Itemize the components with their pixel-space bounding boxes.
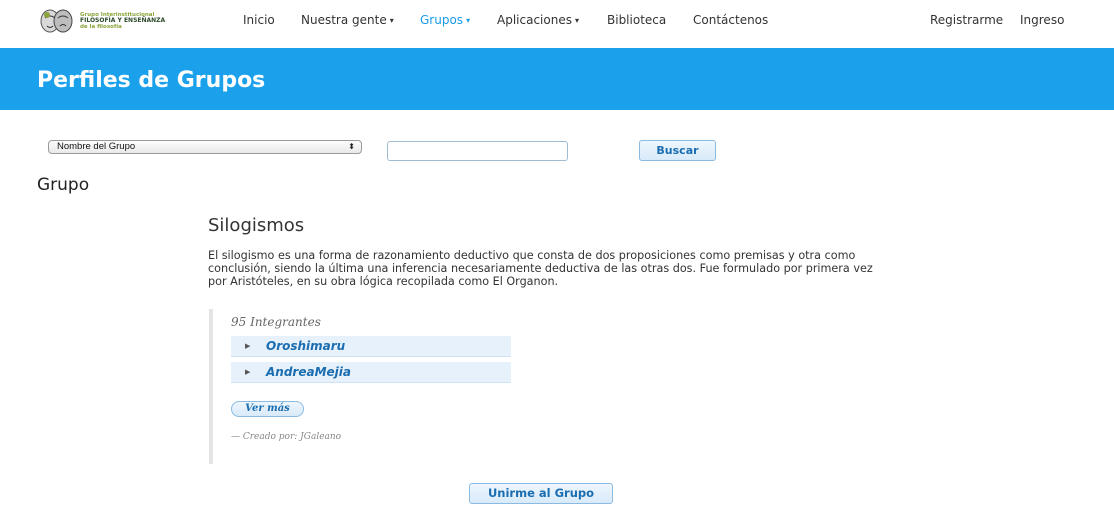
caret-down-icon: ▾: [389, 16, 394, 25]
top-navbar: Grupo Interinstitucional FILOSOFÍA Y ENS…: [0, 0, 1114, 48]
page-title: Perfiles de Grupos: [37, 68, 266, 93]
logo-faces-icon: [40, 9, 73, 33]
login-link[interactable]: Ingreso: [1020, 13, 1064, 27]
select-arrows-icon: ⬍: [348, 142, 355, 151]
members-count: 95 Integrantes: [231, 315, 321, 329]
filter-select-value: Nombre del Grupo: [57, 141, 136, 152]
nav-contactenos[interactable]: Contáctenos: [693, 13, 768, 27]
triangle-right-icon: ▶: [245, 343, 251, 350]
nav-nuestra-gente[interactable]: Nuestra gente ▾: [301, 13, 394, 27]
nav-biblioteca-label: Biblioteca: [607, 13, 667, 27]
filter-select[interactable]: Nombre del Grupo ⬍: [48, 140, 362, 154]
nav-grupos-label: Grupos: [420, 13, 464, 27]
nav-inicio[interactable]: Inicio: [243, 13, 275, 27]
caret-down-icon: ▾: [466, 16, 471, 25]
nav-biblioteca[interactable]: Biblioteca: [607, 13, 666, 27]
member-name[interactable]: Oroshimaru: [266, 339, 345, 353]
logo-line-3: de la filosofía: [80, 24, 122, 30]
nav-contactenos-label: Contáctenos: [693, 13, 769, 27]
logo-text: Grupo Interinstitucional FILOSOFÍA Y ENS…: [80, 12, 165, 30]
group-description: El silogismo es una forma de razonamient…: [208, 249, 873, 288]
register-link[interactable]: Registrarme: [930, 13, 1003, 27]
member-name[interactable]: AndreaMejia: [266, 365, 351, 379]
nav-aplicaciones-label: Aplicaciones: [497, 13, 572, 27]
caret-down-icon: ▾: [574, 16, 579, 25]
group-title: Silogismos: [208, 215, 305, 236]
nav-inicio-label: Inicio: [243, 13, 275, 27]
search-input[interactable]: [387, 141, 568, 161]
site-logo[interactable]: Grupo Interinstitucional FILOSOFÍA Y ENS…: [38, 6, 188, 36]
nav-aplicaciones[interactable]: Aplicaciones ▾: [497, 13, 579, 27]
nav-nuestra-gente-label: Nuestra gente: [301, 13, 387, 27]
page-banner: Perfiles de Grupos: [0, 48, 1114, 110]
member-row[interactable]: ▶ Oroshimaru: [231, 336, 511, 357]
see-more-button[interactable]: Ver más: [231, 401, 304, 417]
search-button[interactable]: Buscar: [639, 140, 716, 161]
members-panel-border: [209, 309, 213, 464]
join-group-button[interactable]: Unirme al Grupo: [469, 483, 613, 504]
member-row[interactable]: ▶ AndreaMejia: [231, 362, 511, 383]
created-by: — Creado por: JGaleano: [231, 432, 342, 442]
triangle-right-icon: ▶: [245, 369, 251, 376]
nav-grupos[interactable]: Grupos ▾: [420, 13, 470, 27]
section-heading: Grupo: [37, 175, 90, 195]
